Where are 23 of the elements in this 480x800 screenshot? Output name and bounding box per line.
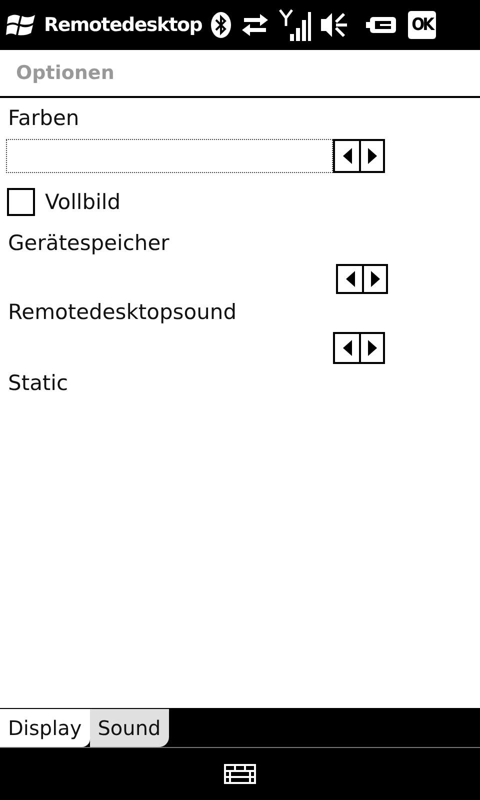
- dropdown-field[interactable]: [6, 139, 333, 173]
- left-arrow-icon: [346, 271, 354, 287]
- tab[interactable]: Sound: [90, 709, 169, 747]
- page-header: Optionen: [0, 50, 480, 98]
- static-text: Static: [7, 371, 70, 397]
- speaker-icon[interactable]: [320, 10, 348, 40]
- data-transfer-icon[interactable]: [240, 12, 270, 38]
- checkbox-label: Vollbild: [45, 190, 121, 214]
- keyboard-icon[interactable]: [224, 764, 256, 784]
- tab[interactable]: Display: [0, 709, 90, 747]
- left-arrow-icon: [342, 148, 352, 164]
- right-arrow-icon: [370, 271, 380, 287]
- field-label: Remotedesktopsound: [7, 300, 238, 326]
- field-label: Gerätespeicher: [7, 231, 170, 257]
- right-arrow-icon: [368, 340, 376, 356]
- left-arrow-icon: [342, 340, 352, 356]
- ok-button[interactable]: OK: [408, 11, 436, 39]
- window-title: Remotedesktop: [44, 14, 202, 36]
- checkbox[interactable]: [7, 188, 35, 216]
- bluetooth-icon[interactable]: [210, 11, 232, 39]
- field-label: Farben: [7, 106, 80, 132]
- right-arrow-icon: [368, 148, 376, 164]
- signal-icon[interactable]: [278, 8, 312, 42]
